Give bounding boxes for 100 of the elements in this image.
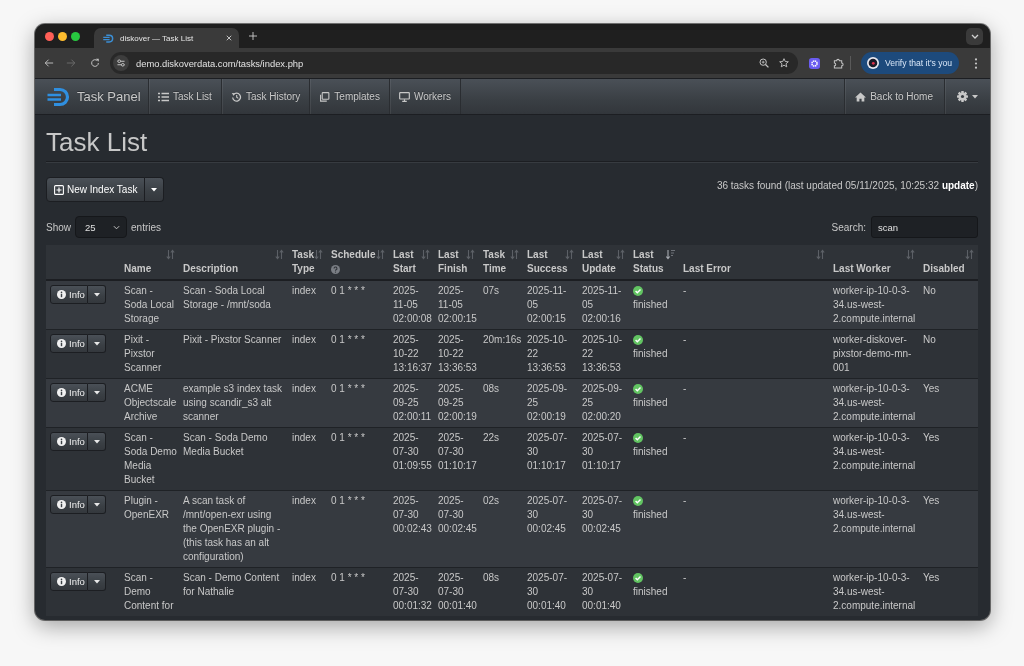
dropdown-toggle-button[interactable] — [145, 177, 165, 202]
task-type-cell: index — [288, 490, 327, 568]
entries-select[interactable]: 25 — [75, 216, 127, 238]
more-menu-icon[interactable] — [974, 57, 978, 69]
help-icon[interactable] — [331, 265, 340, 274]
task-name-cell: Pixit - Pixstor Scanner — [120, 329, 179, 379]
last-error-cell: - — [679, 378, 829, 428]
status-text: finished — [633, 586, 668, 597]
task-name-cell: Scan - Demo Content for — [120, 567, 179, 616]
nav-link[interactable]: Task List — [148, 79, 221, 114]
last-worker-cell: worker-ip-10-0-3-34.us-west-2.compute.internal — [829, 280, 919, 330]
task-name-cell: ACME Objectscale Archive — [120, 378, 179, 428]
reload-icon[interactable] — [90, 58, 100, 68]
task-time-cell: 22s — [479, 427, 523, 491]
sort-icon — [376, 249, 385, 260]
extension-icon[interactable] — [809, 57, 820, 69]
nav-link[interactable]: Templates — [309, 79, 389, 114]
task-time-cell: 20m:16s — [479, 329, 523, 379]
caret-icon — [93, 502, 100, 507]
info-icon — [57, 500, 66, 509]
last-finish-cell: 2025-07-30 00:02:45 — [434, 490, 479, 568]
last-start-cell: 2025-09-25 02:00:11 — [389, 378, 434, 428]
disabled-cell: Yes — [919, 567, 978, 616]
close-icon[interactable] — [226, 35, 232, 41]
status-text: finished — [633, 509, 668, 520]
zoom-in-icon[interactable] — [759, 58, 769, 68]
profile-button[interactable]: Verify that it's you — [861, 52, 959, 74]
brand-link[interactable]: Task Panel — [35, 79, 148, 114]
last-finish-cell: 2025-11-05 02:00:15 — [434, 280, 479, 330]
schedule-cell: 0 1 * * * — [327, 427, 389, 491]
puzzle-icon[interactable] — [833, 57, 844, 69]
last-update-cell: 2025-09-25 02:00:20 — [578, 378, 629, 428]
back-arrow-icon[interactable] — [44, 58, 54, 68]
dropdown-toggle-button[interactable] — [88, 572, 106, 591]
info-button[interactable]: Info — [50, 285, 88, 304]
window-close-icon[interactable] — [45, 31, 54, 41]
sort-icon — [616, 249, 625, 260]
last-error-cell: - — [679, 329, 829, 379]
description-cell: example s3 index task using scandir_s3 alt scanner — [179, 378, 288, 428]
disabled-cell: Yes — [919, 427, 978, 491]
last-error-cell: - — [679, 280, 829, 330]
last-success-cell: 2025-07-30 00:01:40 — [523, 567, 578, 616]
window-maximize-icon[interactable] — [71, 31, 80, 41]
window-minimize-icon[interactable] — [58, 31, 67, 41]
disabled-cell: Yes — [919, 490, 978, 568]
info-button[interactable]: Info — [50, 572, 88, 591]
plus-square-icon — [54, 184, 64, 195]
last-worker-cell: worker-ip-10-0-3-34.us-west-2.compute.internal — [829, 427, 919, 491]
page-title: Task List — [46, 127, 978, 162]
last-start-cell: 2025-10-22 13:16:37 — [389, 329, 434, 379]
last-update-cell: 2025-07-30 00:02:45 — [578, 490, 629, 568]
update-link[interactable]: update — [941, 180, 975, 191]
check-circle-icon — [633, 384, 643, 394]
site-settings-icon[interactable] — [113, 55, 129, 71]
dropdown-toggle-button[interactable] — [88, 285, 106, 304]
last-success-cell: 2025-11-05 02:00:15 — [523, 280, 578, 330]
new-task-button[interactable]: New Index Task — [46, 177, 146, 202]
info-button[interactable]: Info — [50, 334, 88, 353]
disabled-cell: No — [919, 329, 978, 379]
plus-icon[interactable] — [249, 32, 257, 40]
last-success-cell: 2025-07-30 01:10:17 — [523, 427, 578, 491]
list-icon — [158, 91, 169, 102]
home-link[interactable]: Back to Home — [844, 79, 944, 114]
history-icon — [230, 91, 242, 102]
caret-icon — [93, 292, 100, 297]
dropdown-toggle-button[interactable] — [88, 495, 106, 514]
nav-link[interactable]: Task History — [220, 79, 310, 114]
info-icon — [57, 290, 66, 299]
show-label: Show — [46, 221, 71, 233]
tab-search-button[interactable] — [966, 27, 983, 45]
last-start-cell: 2025-07-30 00:01:32 — [389, 567, 434, 616]
disabled-cell: No — [919, 280, 978, 330]
nav-link[interactable]: Workers — [388, 79, 461, 114]
check-circle-icon — [633, 496, 643, 506]
sort-icon — [314, 249, 323, 260]
check-circle-icon — [633, 573, 643, 583]
settings-icon — [957, 91, 968, 102]
last-error-cell: - — [679, 490, 829, 568]
entries-label: entries — [131, 221, 162, 233]
info-button[interactable]: Info — [50, 432, 88, 451]
sort-icon — [466, 249, 475, 260]
description-cell: Pixit - Pixstor Scanner — [179, 329, 288, 379]
last-update-cell: 2025-10-22 13:36:53 — [578, 329, 629, 379]
browser-tab[interactable]: diskover — Task List — [94, 28, 239, 48]
dropdown-toggle-button[interactable] — [88, 334, 106, 353]
sort-icon — [166, 249, 175, 260]
status-text: finished — [633, 397, 668, 408]
dropdown-toggle-button[interactable] — [88, 432, 106, 451]
task-name-cell: Scan - Soda Local Storage — [120, 280, 179, 330]
dropdown-toggle-button[interactable] — [88, 383, 106, 402]
task-type-cell: index — [288, 378, 327, 428]
disabled-cell: Yes — [919, 378, 978, 428]
star-icon[interactable] — [779, 58, 789, 68]
address-bar[interactable]: demo.diskoverdata.com/tasks/index.php — [110, 52, 798, 74]
description-cell: Scan - Demo Content for Nathalie — [179, 567, 288, 616]
search-field[interactable]: scan — [871, 216, 978, 238]
last-finish-cell: 2025-09-25 02:00:19 — [434, 378, 479, 428]
info-button[interactable]: Info — [50, 495, 88, 514]
info-button[interactable]: Info — [50, 383, 88, 402]
schedule-cell: 0 1 * * * — [327, 280, 389, 330]
